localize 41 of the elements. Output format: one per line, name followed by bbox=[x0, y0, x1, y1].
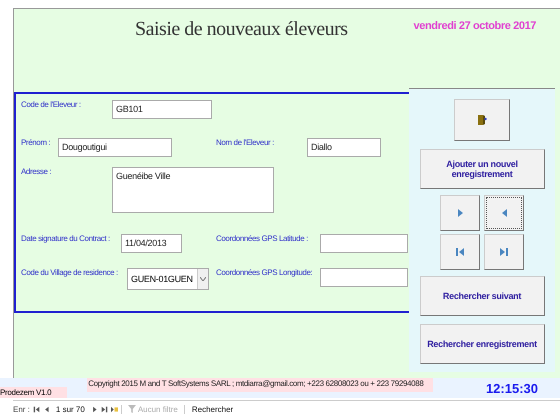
form-title: Saisie de nouveaux éleveurs bbox=[135, 18, 348, 41]
field-label: Adresse : bbox=[21, 167, 52, 176]
text-field[interactable]: GB101 bbox=[112, 100, 212, 119]
address-field[interactable]: Guenéibe Ville bbox=[112, 167, 274, 213]
first-icon[interactable] bbox=[32, 406, 40, 412]
door-icon bbox=[477, 114, 487, 126]
field-label: Code de l'Eleveur : bbox=[21, 100, 82, 109]
add-record-button[interactable]: Ajouter un nouvel enregistrement bbox=[420, 149, 544, 189]
text-field[interactable]: Diallo bbox=[307, 138, 381, 157]
navigation-button[interactable] bbox=[440, 195, 480, 231]
navigation-button[interactable] bbox=[484, 195, 524, 231]
text-field[interactable] bbox=[320, 268, 408, 287]
search-next-button[interactable]: Rechercher suivant bbox=[420, 276, 544, 316]
previous-icon[interactable] bbox=[42, 406, 50, 412]
navigation-button[interactable] bbox=[484, 234, 524, 270]
dropdown-icon bbox=[200, 277, 206, 281]
village-combo-box[interactable]: GUEN-01GUEN bbox=[127, 268, 209, 290]
new-record-icon[interactable] bbox=[110, 406, 118, 412]
filter-icon bbox=[128, 405, 136, 413]
field-label: Nom de l'Eleveur : bbox=[216, 138, 275, 147]
text-field[interactable]: Dougoutigui bbox=[58, 138, 172, 157]
search-record-button[interactable]: Rechercher enregistrement bbox=[420, 324, 544, 364]
navigation-button[interactable] bbox=[440, 234, 480, 270]
exit-button[interactable] bbox=[454, 99, 510, 141]
field-label: Coordonnées GPS Latitude : bbox=[216, 234, 309, 243]
text-field[interactable]: 11/04/2013 bbox=[121, 234, 182, 253]
next-icon bbox=[455, 208, 465, 218]
field-label: Date signature du Contract : bbox=[21, 234, 111, 243]
record-label: Enr : bbox=[13, 404, 30, 414]
text-field[interactable] bbox=[320, 234, 408, 253]
last-icon[interactable] bbox=[100, 406, 108, 412]
field-label: Prénom : bbox=[21, 138, 52, 147]
clock-time: 12:15:30 bbox=[486, 380, 538, 396]
copyright-text: Copyright 2015 M and T SoftSystems SARL ; mtdiarra@gmail.com; +223 62808023 ou + 223 79294088 bbox=[87, 378, 434, 392]
last-icon bbox=[499, 247, 509, 257]
first-icon bbox=[455, 247, 465, 257]
app-version: Prodezem V1.0 bbox=[0, 387, 68, 398]
date-label: vendredi 27 octobre 2017 bbox=[414, 20, 536, 32]
next-icon[interactable] bbox=[90, 406, 98, 412]
field-label: Code du Village de residence : bbox=[21, 268, 119, 277]
field-label: Coordonnées GPS Longitude: bbox=[216, 268, 314, 277]
